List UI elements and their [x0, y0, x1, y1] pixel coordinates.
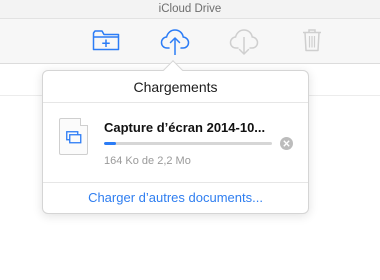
upload-button[interactable] — [160, 26, 190, 56]
download-cloud-icon — [229, 29, 259, 55]
download-button[interactable] — [229, 26, 259, 56]
upload-progress-fill — [104, 142, 116, 145]
upload-progress-bar — [104, 142, 272, 145]
trash-icon — [303, 29, 321, 52]
file-name: Capture d’écran 2014-10... — [104, 120, 266, 135]
upload-item: Capture d’écran 2014-10... 164 Ko de 2,2… — [43, 104, 308, 183]
uploads-popover: Chargements Capture d’écran 2014-10... 1… — [42, 70, 309, 214]
upload-cloud-icon — [160, 29, 190, 55]
cancel-circle-icon — [283, 140, 290, 147]
file-document-icon — [59, 118, 88, 155]
upload-progress-text: 164 Ko de 2,2 Mo — [104, 155, 191, 167]
new-folder-button[interactable] — [92, 29, 120, 51]
delete-button[interactable] — [302, 28, 322, 52]
icloud-drive-window: iCloud Drive Chargements Capture d’écran… — [0, 0, 380, 280]
upload-more-link[interactable]: Charger d’autres documents... — [43, 182, 308, 213]
window-title: iCloud Drive — [0, 0, 380, 19]
toolbar — [0, 19, 380, 64]
new-folder-icon — [92, 30, 120, 51]
cancel-upload-button[interactable] — [280, 137, 293, 150]
